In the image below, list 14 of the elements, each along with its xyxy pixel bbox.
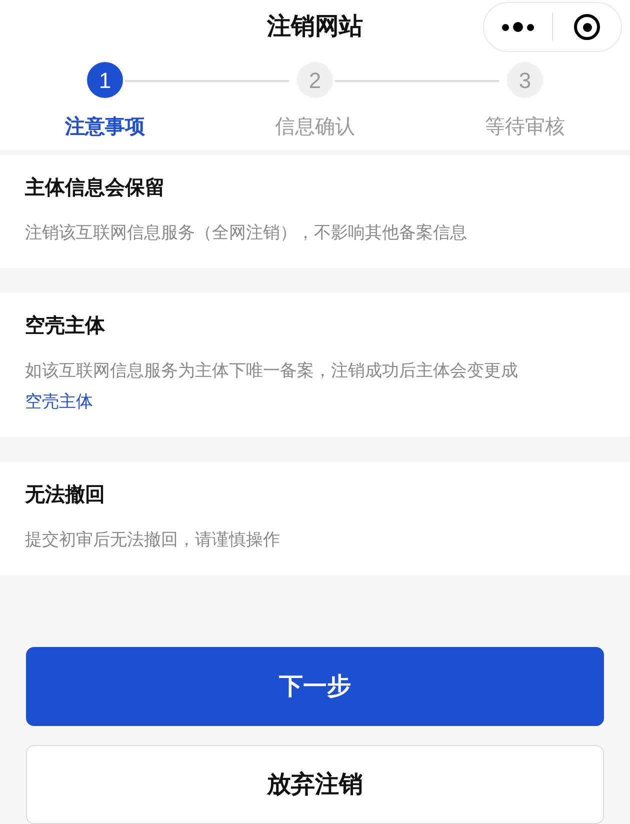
empty-entity-link[interactable]: 空壳主体 [25,392,93,411]
notice-title: 无法撤回 [25,483,106,508]
step-number: 3 [507,62,543,98]
next-step-button[interactable]: 下一步 [26,647,604,726]
step-number: 1 [87,62,123,98]
abandon-button[interactable]: 放弃注销 [26,745,604,824]
notice-title: 主体信息会保留 [25,176,166,201]
notice-text: 如该互联网信息服务为主体下唯一备案，注销成功后主体会变更成 空壳主体 [25,360,519,413]
notice-text: 注销该互联网信息服务（全网注销），不影响其他备案信息 [25,222,468,244]
notice-text: 提交初审后无法撤回，请谨慎操作 [25,529,281,551]
notice-title: 空壳主体 [25,314,106,339]
step-number: 2 [297,62,333,98]
window-title: 注销网站 [267,12,363,42]
step-label[interactable]: 注意事项 [65,112,145,142]
